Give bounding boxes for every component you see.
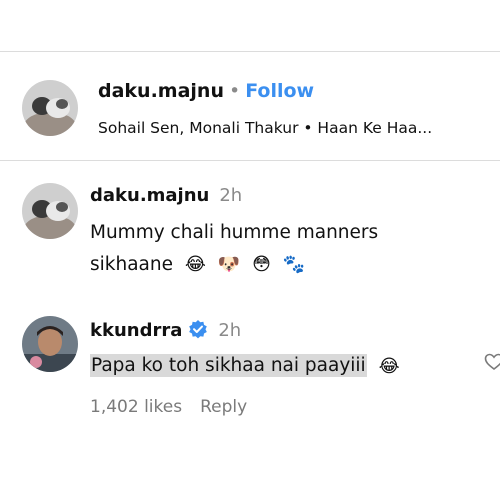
comment-actions: 1,402 likes Reply <box>90 397 247 417</box>
comment-body: Mummy chali humme manners sikhaane 😂 🐶 😳… <box>90 217 450 281</box>
paw-prints-emoji-icon: 🐾 <box>282 254 306 275</box>
comment-header: kkundrra 2h <box>90 319 241 341</box>
comment-username[interactable]: kkundrra <box>90 320 182 341</box>
comment-item: kkundrra 2h Papa ko toh sikhaa nai paayii… <box>0 313 500 433</box>
header-divider <box>0 160 500 161</box>
comment-text: Papa ko toh sikhaa nai paayiii <box>90 354 367 377</box>
flushed-emoji-icon: 😳 <box>252 254 271 275</box>
laughing-emoji-icon: 😂 <box>378 355 400 377</box>
dog-emoji-icon: 🐶 <box>217 254 241 275</box>
commenter-avatar[interactable] <box>22 316 78 372</box>
post-header: daku.majnu • Follow Sohail Sen, Monali Tha… <box>0 72 500 142</box>
top-divider <box>0 51 500 52</box>
commenter-avatar[interactable] <box>22 183 78 239</box>
comment-body: Papa ko toh sikhaa nai paayiii 😂 <box>90 354 400 377</box>
comment-header: daku.majnu 2h <box>90 185 242 206</box>
comment-item: daku.majnu 2h Mummy chali humme manners s… <box>0 175 500 285</box>
author-avatar[interactable] <box>22 80 78 136</box>
likes-count[interactable]: 1,402 likes <box>90 397 182 417</box>
audio-info[interactable]: Sohail Sen, Monali Thakur • Haan Ke Haa.… <box>98 119 432 137</box>
follow-button[interactable]: Follow <box>245 80 314 102</box>
author-username[interactable]: daku.majnu <box>98 80 224 102</box>
comment-time: 2h <box>219 185 243 206</box>
reply-button[interactable]: Reply <box>200 397 247 417</box>
verified-badge-icon <box>188 319 208 339</box>
separator-dot: • <box>229 80 241 102</box>
comment-time: 2h <box>218 320 242 341</box>
laughing-emoji-icon: 😂 <box>184 254 206 275</box>
comment-username[interactable]: daku.majnu <box>90 185 209 206</box>
post-author-line: daku.majnu • Follow <box>98 80 314 102</box>
heart-outline-icon[interactable] <box>484 352 500 372</box>
